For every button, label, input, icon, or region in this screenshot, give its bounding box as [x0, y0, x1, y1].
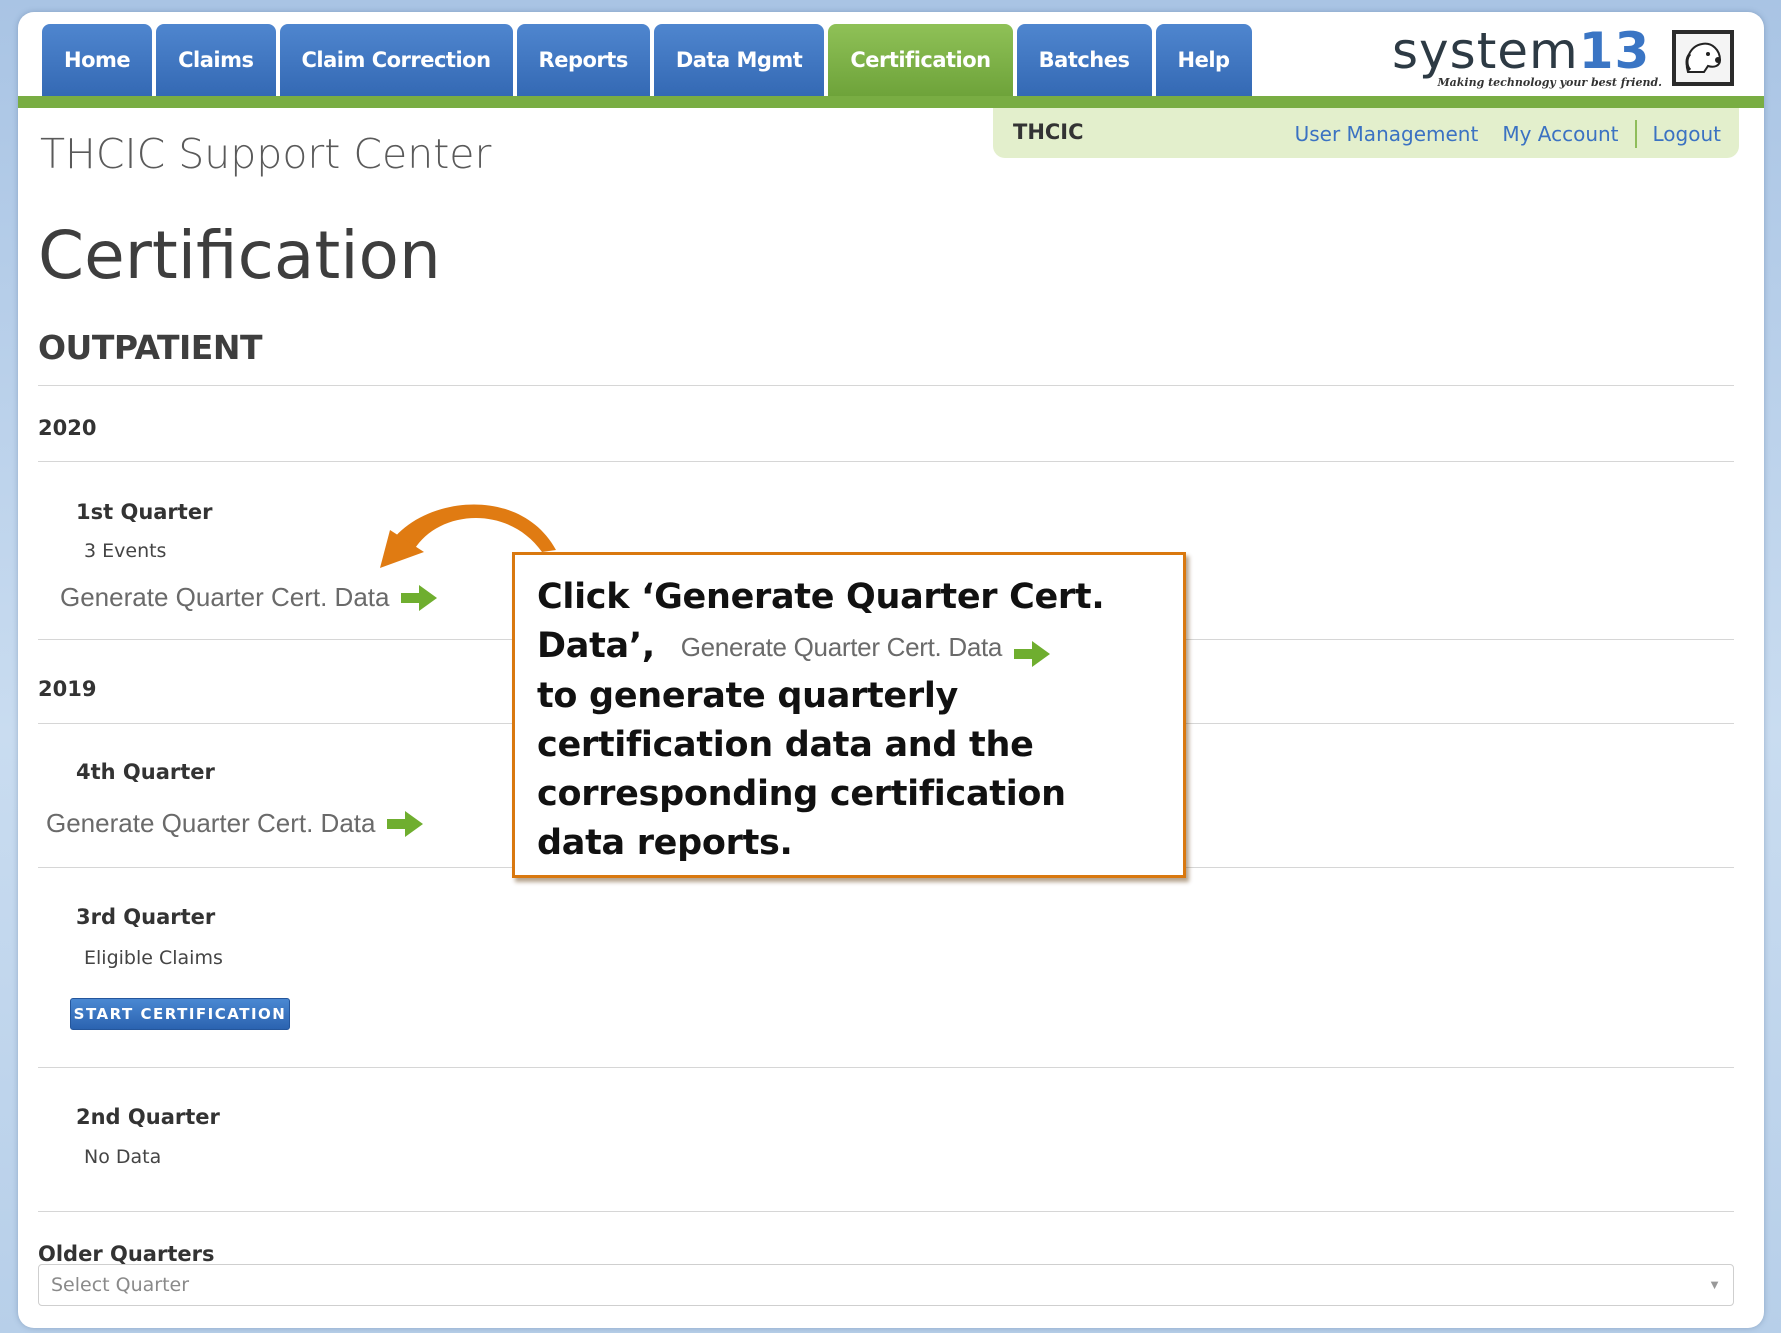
- callout-inline-action: Generate Quarter Cert. Data: [680, 623, 1051, 672]
- older-quarters-label: Older Quarters: [38, 1242, 215, 1266]
- quarter-status-q1-2020: 3 Events: [84, 540, 167, 562]
- divider: [38, 1067, 1734, 1068]
- right-arrow-icon: [1014, 634, 1051, 667]
- app-window: Home Claims Claim Correction Reports Dat…: [18, 12, 1764, 1328]
- quarter-status-q3-2019: Eligible Claims: [84, 947, 223, 969]
- quarter-heading-q2-2019: 2nd Quarter: [76, 1105, 220, 1129]
- user-links: User Management My Account Logout: [1295, 120, 1721, 148]
- generate-cert-data-link-q1-2020[interactable]: Generate Quarter Cert. Data: [60, 582, 438, 613]
- callout-body: to generate quarterly certification data…: [537, 675, 1066, 863]
- quarter-status-q2-2019: No Data: [84, 1146, 162, 1168]
- quarter-heading-q1-2020: 1st Quarter: [76, 500, 213, 524]
- quarter-heading-q4-2019: 4th Quarter: [76, 760, 215, 784]
- nav-accent-bar: [18, 96, 1764, 108]
- right-arrow-icon: [401, 584, 438, 611]
- nav-tabs: Home Claims Claim Correction Reports Dat…: [42, 24, 1252, 96]
- tab-claim-correction[interactable]: Claim Correction: [279, 24, 513, 96]
- instruction-callout: Click ‘Generate Quarter Cert. Data’, Gen…: [512, 552, 1186, 878]
- tab-data-mgmt[interactable]: Data Mgmt: [653, 24, 825, 96]
- logo-tagline: Making technology your best friend.: [1437, 76, 1662, 89]
- system13-logo[interactable]: system13 Making technology your best fri…: [1392, 22, 1734, 90]
- callout-line-2: Data’,: [537, 626, 655, 666]
- tab-reports[interactable]: Reports: [516, 24, 650, 96]
- organization-label: THCIC: [1013, 120, 1084, 144]
- chevron-down-icon: ▼: [1708, 1277, 1721, 1292]
- tab-certification[interactable]: Certification: [828, 24, 1013, 96]
- tab-home[interactable]: Home: [42, 24, 153, 96]
- year-heading-2020: 2020: [38, 416, 97, 440]
- logo-wordmark: system13: [1392, 22, 1651, 80]
- tab-claims[interactable]: Claims: [156, 24, 276, 96]
- my-account-link[interactable]: My Account: [1502, 122, 1618, 146]
- divider: [38, 461, 1734, 462]
- start-certification-button[interactable]: START CERTIFICATION: [70, 998, 290, 1030]
- tab-help[interactable]: Help: [1155, 24, 1252, 96]
- generate-cert-data-link-q4-2019[interactable]: Generate Quarter Cert. Data: [46, 808, 424, 839]
- older-quarters-select[interactable]: Select Quarter ▼: [38, 1264, 1734, 1306]
- user-bar: THCIC User Management My Account Logout: [993, 108, 1739, 158]
- user-management-link[interactable]: User Management: [1295, 122, 1479, 146]
- quarter-heading-q3-2019: 3rd Quarter: [76, 905, 216, 929]
- right-arrow-icon: [387, 810, 424, 837]
- select-placeholder: Select Quarter: [51, 1274, 190, 1296]
- top-navigation: Home Claims Claim Correction Reports Dat…: [18, 12, 1764, 108]
- callout-line-1: Click ‘Generate Quarter Cert.: [537, 577, 1105, 617]
- tab-batches[interactable]: Batches: [1016, 24, 1152, 96]
- logout-link[interactable]: Logout: [1653, 122, 1721, 146]
- year-heading-2019: 2019: [38, 677, 97, 701]
- page-title: Certification: [38, 217, 441, 294]
- link-divider: [1634, 120, 1637, 148]
- divider: [38, 1211, 1734, 1212]
- dog-logo-icon: [1672, 30, 1734, 86]
- generate-cert-data-label: Generate Quarter Cert. Data: [60, 582, 390, 612]
- callout-inline-label: Generate Quarter Cert. Data: [680, 631, 1003, 662]
- section-title: OUTPATIENT: [38, 328, 262, 367]
- divider: [38, 385, 1734, 386]
- generate-cert-data-label: Generate Quarter Cert. Data: [46, 808, 376, 838]
- site-title: THCIC Support Center: [40, 130, 492, 178]
